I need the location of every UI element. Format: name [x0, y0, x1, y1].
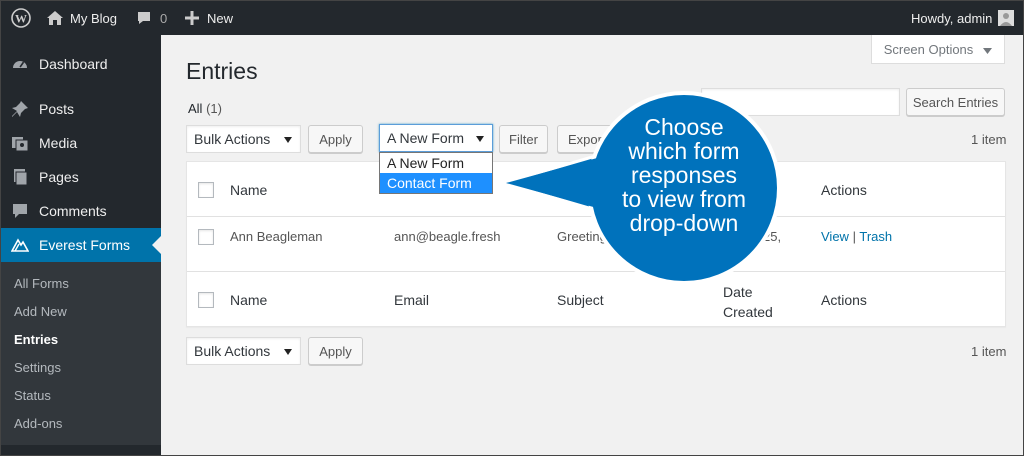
sidebar-item-everest-forms[interactable]: Everest Forms [1, 228, 161, 262]
submenu-entries[interactable]: Entries [14, 332, 58, 347]
apply-button-bottom[interactable]: Apply [308, 337, 363, 365]
entry-email: ann@beagle.fresh [394, 229, 501, 244]
caret-down-icon [983, 42, 993, 57]
sidebar-item-dashboard[interactable]: Dashboard [1, 47, 161, 81]
bulk-actions-value: Bulk Actions [194, 131, 271, 147]
submenu-status[interactable]: Status [14, 388, 51, 403]
everest-forms-submenu: All Forms Add New Entries Settings Statu… [1, 262, 161, 445]
callout-pointer-fill [506, 155, 608, 211]
items-count-bottom: 1 item [971, 344, 1007, 359]
sidebar-item-posts[interactable]: Posts [1, 92, 161, 126]
trash-link[interactable]: Trash [859, 229, 892, 244]
bulk-actions-value: Bulk Actions [194, 343, 271, 359]
callout-text: Choose which form responses to view from… [601, 115, 767, 235]
filter-all-link[interactable]: All [188, 101, 202, 116]
status-filter: All (1) [188, 101, 222, 116]
bulk-actions-select[interactable]: Bulk Actions [186, 125, 301, 153]
pin-icon [11, 100, 29, 118]
row-actions: View | Trash [821, 229, 892, 244]
home-icon [46, 10, 64, 26]
current-menu-arrow [152, 236, 161, 254]
sidebar-item-media[interactable]: Media [1, 126, 161, 160]
view-link[interactable]: View [821, 229, 849, 244]
apply-button[interactable]: Apply [308, 125, 363, 153]
admin-sidebar: Dashboard Posts Media Pages Comments Eve… [1, 35, 161, 455]
comment-bubble-icon [136, 10, 152, 26]
column-footer-name[interactable]: Name [230, 292, 267, 308]
page-title: Entries [186, 58, 258, 84]
form-select[interactable]: A New Form [379, 124, 493, 152]
callout-line: to view from [622, 186, 746, 212]
caret-down-icon [284, 137, 292, 143]
bulk-actions-select-bottom[interactable]: Bulk Actions [186, 337, 301, 365]
form-select-options: A New Form Contact Form [379, 152, 493, 194]
caret-down-icon [284, 349, 292, 355]
everest-forms-icon [10, 236, 30, 254]
my-account-link[interactable]: Howdy, admin [911, 1, 1015, 35]
callout-line: which form [628, 138, 740, 164]
submenu-settings[interactable]: Settings [14, 360, 61, 375]
sidebar-item-label: Posts [39, 101, 75, 117]
plus-icon [185, 11, 199, 25]
entry-name: Ann Beagleman [230, 229, 323, 244]
filter-all-count: (1) [206, 101, 222, 116]
admin-bar: W My Blog 0 New Howdy, admin [1, 1, 1023, 35]
sidebar-item-label: Media [39, 135, 78, 151]
sidebar-item-label: Everest Forms [39, 237, 131, 253]
sidebar-item-label: Comments [39, 203, 107, 219]
row-checkbox[interactable] [198, 229, 214, 245]
sidebar-item-pages[interactable]: Pages [1, 160, 161, 194]
items-count-top: 1 item [971, 132, 1007, 147]
submenu-add-new[interactable]: Add New [14, 304, 67, 319]
select-all-checkbox-footer[interactable] [198, 292, 214, 308]
screen-options-label: Screen Options [883, 41, 974, 57]
column-header-name[interactable]: Name [230, 182, 267, 198]
column-footer-actions: Actions [821, 292, 867, 308]
submenu-all-forms[interactable]: All Forms [14, 276, 69, 291]
comments-count: 0 [160, 10, 168, 26]
search-entries-button[interactable]: Search Entries [906, 88, 1005, 116]
site-name: My Blog [70, 10, 117, 26]
comment-icon [11, 202, 29, 220]
sidebar-item-label: Dashboard [39, 56, 108, 72]
select-all-checkbox[interactable] [198, 182, 214, 198]
howdy-text: Howdy, admin [911, 10, 993, 26]
callout-line: drop-down [629, 210, 739, 236]
submenu-add-ons[interactable]: Add-ons [14, 416, 62, 431]
wordpress-logo-icon[interactable]: W [11, 1, 31, 35]
dashboard-icon [11, 55, 29, 73]
caret-down-icon [476, 136, 484, 142]
form-select-value: A New Form [387, 130, 465, 146]
new-content-link[interactable]: New [185, 1, 233, 35]
action-separator: | [852, 229, 856, 244]
form-option-a-new-form[interactable]: A New Form [380, 153, 492, 173]
form-option-contact-form[interactable]: Contact Form [380, 173, 492, 193]
column-footer-email[interactable]: Email [394, 292, 429, 308]
callout-line: Choose [644, 114, 724, 140]
sidebar-item-comments[interactable]: Comments [1, 194, 161, 228]
callout-line: responses [630, 162, 738, 188]
pages-icon [11, 168, 29, 186]
site-name-link[interactable]: My Blog [46, 1, 117, 35]
media-icon [11, 134, 29, 152]
comments-link[interactable]: 0 [136, 1, 167, 35]
screen-options-button[interactable]: Screen Options [871, 35, 1005, 64]
avatar-icon [998, 10, 1015, 26]
column-header-actions: Actions [821, 182, 867, 198]
sidebar-item-label: Pages [39, 169, 79, 185]
new-label: New [207, 10, 234, 26]
svg-text:W: W [15, 12, 27, 26]
